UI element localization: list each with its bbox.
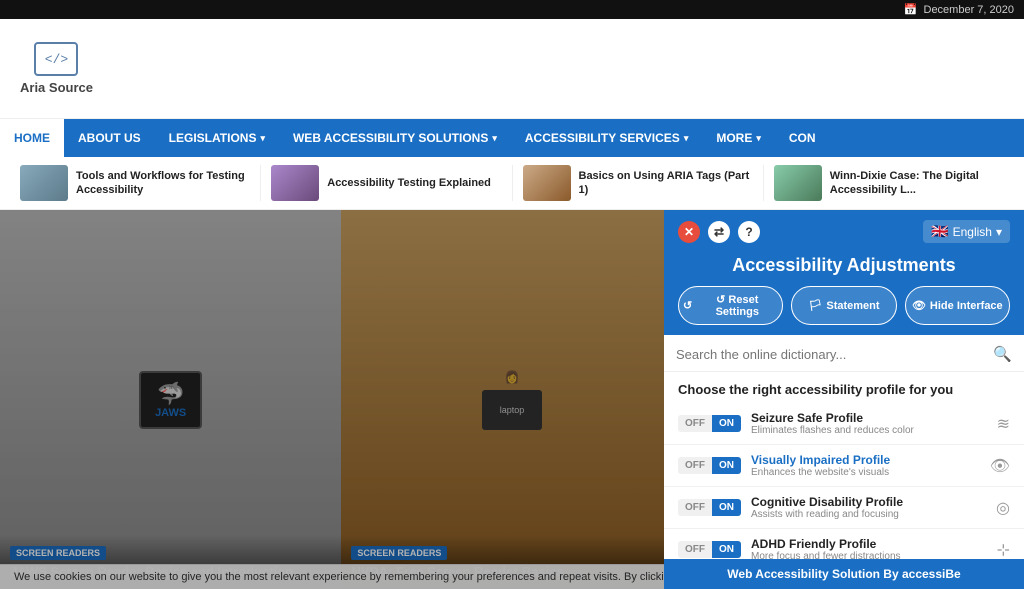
hide-interface-button[interactable]: 👁 Hide Interface — [905, 286, 1010, 325]
main-nav: HOME ABOUT US LEGISLATIONS ▾ WEB ACCESSI… — [0, 119, 1024, 157]
toggle-off-seizure[interactable]: OFF — [678, 415, 712, 432]
eye-icon: 👁 — [912, 299, 926, 312]
featured-item-3[interactable]: Basics on Using ARIA Tags (Part 1) — [513, 165, 764, 201]
toggle-on-seizure[interactable]: ON — [712, 415, 741, 432]
nav-services[interactable]: ACCESSIBILITY SERVICES ▾ — [511, 119, 702, 157]
profile-desc-visual: Enhances the website's visuals — [751, 467, 980, 478]
logo-box: </> — [34, 42, 78, 76]
toggle-cognitive[interactable]: OFF ON — [678, 499, 741, 516]
reset-label: ↺ Reset Settings — [696, 293, 778, 318]
profiles-section-title: Choose the right accessibility profile f… — [664, 372, 1024, 403]
featured-thumb-4 — [774, 165, 822, 201]
seizure-icon: ≋ — [997, 414, 1010, 434]
language-label: English — [953, 225, 992, 239]
nav-web-solutions[interactable]: WEB ACCESSIBILITY SOLUTIONS ▾ — [279, 119, 511, 157]
profile-row-seizure: OFF ON Seizure Safe Profile Eliminates f… — [664, 403, 1024, 445]
featured-thumb-3 — [523, 165, 571, 201]
profile-desc-cognitive: Assists with reading and focusing — [751, 509, 986, 520]
profile-row-adhd: OFF ON ADHD Friendly Profile More focus … — [664, 529, 1024, 559]
chevron-down-icon: ▾ — [996, 225, 1002, 239]
cognitive-icon: ◎ — [996, 498, 1010, 518]
profile-desc-adhd: More focus and fewer distractions — [751, 551, 987, 559]
flag-icon-btn: 🏳 — [808, 299, 822, 312]
featured-title-1: Tools and Workflows for Testing Accessib… — [76, 169, 250, 198]
toggle-visual[interactable]: OFF ON — [678, 457, 741, 474]
panel-header: ✕ ⇄ ? 🇬🇧 English ▾ — [664, 210, 1024, 251]
toggle-off-cognitive[interactable]: OFF — [678, 499, 712, 516]
profile-row-cognitive: OFF ON Cognitive Disability Profile Assi… — [664, 487, 1024, 529]
panel-body: 🔍 Choose the right accessibility profile… — [664, 335, 1024, 559]
toggle-on-visual[interactable]: ON — [712, 457, 741, 474]
featured-item-4[interactable]: Winn-Dixie Case: The Digital Accessibili… — [764, 165, 1014, 201]
dictionary-search-input[interactable] — [676, 347, 985, 362]
profile-desc-seizure: Eliminates flashes and reduces color — [751, 425, 987, 436]
toggle-seizure[interactable]: OFF ON — [678, 415, 741, 432]
toggle-off-adhd[interactable]: OFF — [678, 541, 712, 558]
action-buttons: ↺ ↺ Reset Settings 🏳 Statement 👁 Hide In… — [664, 286, 1024, 335]
adhd-icon: ⊹ — [997, 540, 1010, 560]
toggle-on-adhd[interactable]: ON — [712, 541, 741, 558]
profile-info-adhd: ADHD Friendly Profile More focus and few… — [751, 537, 987, 559]
nav-legislations[interactable]: LEGISLATIONS ▾ — [155, 119, 279, 157]
toggle-on-cognitive[interactable]: ON — [712, 499, 741, 516]
content-area: 🦈 JAWS SCREEN READERS JAWS Screen Reader… — [0, 210, 1024, 589]
visual-icon: 👁 — [990, 456, 1010, 476]
panel-footer: Web Accessibility Solution By accessiBe — [664, 559, 1024, 589]
date-display: December 7, 2020 — [924, 4, 1015, 16]
featured-item-2[interactable]: Accessibility Testing Explained — [261, 165, 512, 201]
toggle-off-visual[interactable]: OFF — [678, 457, 712, 474]
nav-home[interactable]: HOME — [0, 119, 64, 157]
hide-label: Hide Interface — [930, 300, 1003, 312]
profile-info-visual: Visually Impaired Profile Enhances the w… — [751, 453, 980, 478]
nav-con[interactable]: CON — [775, 119, 830, 157]
nav-more[interactable]: MORE ▾ — [702, 119, 775, 157]
panel-language-selector[interactable]: 🇬🇧 English ▾ — [923, 220, 1010, 243]
profile-name-cognitive: Cognitive Disability Profile — [751, 495, 986, 509]
profile-name-adhd: ADHD Friendly Profile — [751, 537, 987, 551]
logo-text: Aria Source — [20, 80, 93, 95]
statement-label: Statement — [826, 300, 879, 312]
reset-settings-button[interactable]: ↺ ↺ Reset Settings — [678, 286, 783, 325]
search-icon: 🔍 — [993, 345, 1012, 363]
top-bar: 📅 December 7, 2020 — [0, 0, 1024, 19]
featured-item[interactable]: Tools and Workflows for Testing Accessib… — [10, 165, 261, 201]
toggle-adhd[interactable]: OFF ON — [678, 541, 741, 558]
panel-controls: ✕ ⇄ ? — [678, 221, 760, 243]
flag-icon: 🇬🇧 — [931, 223, 948, 240]
featured-thumb-1 — [20, 165, 68, 201]
logo-code: </> — [45, 52, 68, 67]
featured-thumb-2 — [271, 165, 319, 201]
profile-info-cognitive: Cognitive Disability Profile Assists wit… — [751, 495, 986, 520]
site-header: </> Aria Source — [0, 19, 1024, 119]
panel-title: Accessibility Adjustments — [664, 251, 1024, 286]
profile-name-visual: Visually Impaired Profile — [751, 453, 980, 467]
calendar-icon: 📅 — [904, 3, 918, 16]
logo-area: </> Aria Source — [20, 42, 93, 95]
featured-title-3: Basics on Using ARIA Tags (Part 1) — [579, 169, 753, 198]
profile-name-seizure: Seizure Safe Profile — [751, 411, 987, 425]
featured-row: Tools and Workflows for Testing Accessib… — [0, 157, 1024, 210]
featured-title-2: Accessibility Testing Explained — [327, 176, 491, 190]
panel-nav-button[interactable]: ⇄ — [708, 221, 730, 243]
panel-help-button[interactable]: ? — [738, 221, 760, 243]
panel-close-button[interactable]: ✕ — [678, 221, 700, 243]
nav-about[interactable]: ABOUT US — [64, 119, 155, 157]
reset-icon: ↺ — [683, 299, 692, 312]
profile-row-visual: OFF ON Visually Impaired Profile Enhance… — [664, 445, 1024, 487]
accessibility-panel: ✕ ⇄ ? 🇬🇧 English ▾ Accessibility Adjustm… — [664, 210, 1024, 589]
featured-title-4: Winn-Dixie Case: The Digital Accessibili… — [830, 169, 1004, 198]
statement-button[interactable]: 🏳 Statement — [791, 286, 896, 325]
search-area: 🔍 — [664, 335, 1024, 372]
profile-info-seizure: Seizure Safe Profile Eliminates flashes … — [751, 411, 987, 436]
